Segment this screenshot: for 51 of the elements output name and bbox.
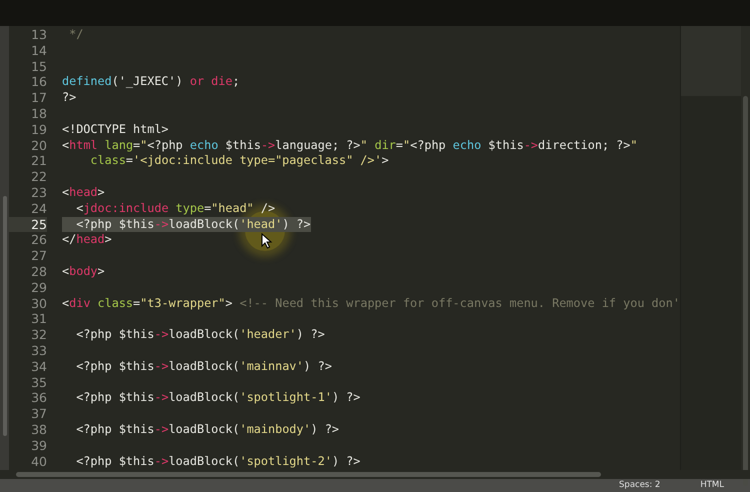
line-number: 39 xyxy=(30,438,47,454)
line-number: 14 xyxy=(30,42,47,59)
syntax-label[interactable]: HTML xyxy=(700,479,724,492)
minimap-drawing[interactable] xyxy=(680,26,741,470)
line-number: 21 xyxy=(30,153,47,170)
line-number: 35 xyxy=(30,374,47,390)
line-number: 23 xyxy=(30,184,47,201)
code-line: <?php $this->loadBlock('header') ?> xyxy=(75,327,325,343)
line-number: 15 xyxy=(30,58,47,74)
line-number: 22 xyxy=(30,169,47,185)
line-number: 26 xyxy=(30,232,47,248)
code-line: <?php $this->loadBlock('mainnav') ?> xyxy=(75,358,332,375)
code-line: <?php $this->loadBlock('spotlight-1') ?> xyxy=(75,390,360,406)
line-number: 30 xyxy=(30,296,47,312)
line-number: 20 xyxy=(30,138,47,154)
code-line: </head> xyxy=(62,232,112,248)
line-number: 13 xyxy=(30,27,47,43)
line-number: 25 xyxy=(9,216,47,232)
line-number: 32 xyxy=(30,327,47,343)
line-number: 17 xyxy=(30,90,47,106)
line-number: 28 xyxy=(30,264,47,280)
line-number: 18 xyxy=(30,106,47,122)
code-line: <body> xyxy=(62,264,105,280)
code-line: <jdoc:include type="head" /> xyxy=(75,200,276,217)
line-number: 19 xyxy=(30,122,47,138)
line-number: 40 xyxy=(30,454,47,470)
code-line: class='<jdoc:include type="pageclass" />'> xyxy=(89,153,389,170)
line-number: 38 xyxy=(30,422,47,438)
line-number: 16 xyxy=(30,74,47,90)
scrollbar-thumb[interactable] xyxy=(16,472,601,477)
line-number: 31 xyxy=(30,311,47,328)
code-line: defined('_JEXEC') or die; xyxy=(62,74,240,90)
line-number: 24 xyxy=(30,200,47,217)
mouse-pointer-icon xyxy=(261,233,273,249)
scrollbar-thumb[interactable] xyxy=(3,196,7,436)
code-line: <?php $this->loadBlock('spotlight-2') ?> xyxy=(75,454,360,470)
line-number: 36 xyxy=(30,390,47,406)
line-number: 29 xyxy=(30,280,47,296)
code-line: <html lang="<?php echo $this->language; ?>" dir="<?php echo $this->direction; ?>" xyxy=(62,138,638,154)
code-line: <!DOCTYPE html> xyxy=(62,122,169,138)
line-number: 33 xyxy=(30,342,47,359)
code-line: */ xyxy=(68,27,84,43)
line-number: 37 xyxy=(30,406,47,422)
code-line: <?php $this->loadBlock('mainbody') ?> xyxy=(75,422,340,438)
indentation-label[interactable]: Spaces: 2 xyxy=(619,479,660,492)
code-line: ?> xyxy=(62,90,76,106)
code-line: <head> xyxy=(62,184,105,201)
line-number: 34 xyxy=(30,358,47,375)
scrollbar-thumb[interactable] xyxy=(743,96,748,486)
line-number: 27 xyxy=(30,248,47,264)
code-line: <div class="t3-wrapper"> <!-- Need this wrapper for off-canvas menu. Remove if you don' xyxy=(62,296,680,312)
